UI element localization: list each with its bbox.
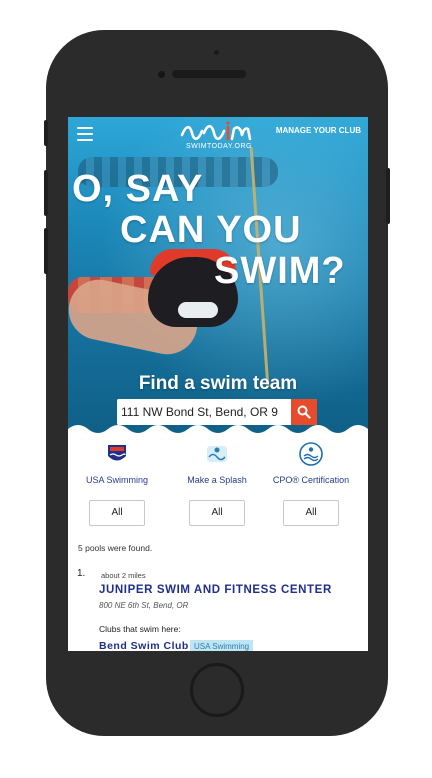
headline-line-3: SWIM? bbox=[214, 250, 346, 292]
cpo-certification-logo-icon bbox=[299, 442, 323, 466]
proximity-sensor bbox=[214, 50, 219, 55]
filter-label: Make a Splash bbox=[187, 475, 247, 485]
filter-label: CPO® Certification bbox=[272, 475, 350, 485]
swimtoday-logo[interactable]: SWIMTODAY.ORG bbox=[176, 121, 262, 153]
goggles-image bbox=[178, 302, 218, 318]
results-count: 5 pools were found. bbox=[78, 543, 153, 553]
home-button[interactable] bbox=[190, 663, 244, 717]
clubs-label: Clubs that swim here: bbox=[99, 624, 181, 634]
club-affiliation-badge: USA Swimming bbox=[190, 640, 254, 651]
filter-make-a-splash: Make a Splash All bbox=[172, 441, 262, 526]
result-number: 1. bbox=[77, 568, 86, 579]
swim-wordmark-icon bbox=[180, 121, 252, 141]
filter-cpo-certification: CPO® Certification All bbox=[266, 441, 356, 526]
volume-down-button bbox=[44, 228, 48, 274]
front-camera bbox=[158, 71, 165, 78]
silent-switch bbox=[44, 120, 48, 146]
phone-screen: SWIMTODAY.ORG MANAGE YOUR CLUB O, SAY CA… bbox=[68, 117, 368, 651]
result-pool-name-link[interactable]: JUNIPER SWIM AND FITNESS CENTER bbox=[99, 584, 332, 596]
cpo-certification-select[interactable]: All bbox=[283, 500, 339, 526]
earpiece-speaker bbox=[172, 70, 246, 78]
club-name-link[interactable]: Bend Swim Club bbox=[99, 640, 189, 651]
volume-up-button bbox=[44, 170, 48, 216]
make-a-splash-logo-icon bbox=[207, 446, 227, 462]
usa-swimming-select[interactable]: All bbox=[89, 500, 145, 526]
headline-line-2: CAN YOU bbox=[120, 209, 302, 251]
hero-banner: SWIMTODAY.ORG MANAGE YOUR CLUB O, SAY CA… bbox=[68, 117, 368, 437]
power-button bbox=[386, 168, 390, 224]
usa-swimming-logo-icon bbox=[108, 445, 126, 461]
result-distance: about 2 miles bbox=[101, 571, 146, 580]
filter-usa-swimming: USA Swimming All bbox=[72, 441, 162, 526]
filter-row: USA Swimming All Make a Splash All CPO® … bbox=[68, 441, 368, 531]
result-address: 800 NE 6th St, Bend, OR bbox=[99, 601, 189, 610]
filter-label: USA Swimming bbox=[85, 475, 148, 485]
top-nav-bar: SWIMTODAY.ORG MANAGE YOUR CLUB bbox=[68, 117, 368, 153]
manage-your-club-link[interactable]: MANAGE YOUR CLUB bbox=[276, 126, 361, 135]
headline-line-1: O, SAY bbox=[72, 168, 204, 210]
find-team-title: Find a swim team bbox=[138, 373, 298, 394]
logo-url-text: SWIMTODAY.ORG bbox=[185, 143, 252, 150]
make-a-splash-select[interactable]: All bbox=[189, 500, 245, 526]
hamburger-menu-icon[interactable] bbox=[77, 127, 93, 141]
hero-headline: O, SAY CAN YOU SWIM? bbox=[68, 169, 358, 292]
